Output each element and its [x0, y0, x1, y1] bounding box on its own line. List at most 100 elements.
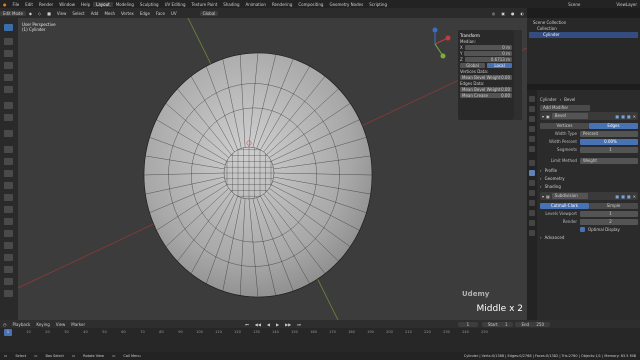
limit-method-select[interactable]: Weight	[580, 157, 638, 164]
spin-tool-icon[interactable]	[4, 218, 13, 225]
segments-field[interactable]: 1	[580, 146, 638, 153]
levels-viewport-field[interactable]: 1	[580, 210, 638, 217]
geometry-panel[interactable]: › Geometry	[540, 175, 638, 182]
extra-tool-icon[interactable]	[4, 290, 13, 297]
blender-logo-icon[interactable]: ●	[0, 2, 10, 7]
vertex-select-icon[interactable]: ◆	[26, 11, 35, 16]
shear-tool-icon[interactable]	[4, 266, 13, 273]
world-tab-icon[interactable]	[529, 146, 535, 152]
menu-edge[interactable]: Edge	[137, 11, 153, 16]
move-tool-icon[interactable]	[4, 50, 13, 57]
menu-view[interactable]: View	[54, 11, 70, 16]
y-field[interactable]: 0 m	[464, 50, 512, 56]
menu-add[interactable]: Add	[88, 11, 102, 16]
constraints-tab-icon[interactable]	[529, 200, 535, 206]
extrude-tool-icon[interactable]	[4, 146, 13, 153]
jump-start-icon[interactable]: ⏮	[242, 322, 252, 327]
profile-panel[interactable]: › Profile	[540, 167, 638, 174]
menu-playback[interactable]: Playback	[10, 322, 34, 327]
shading-panel[interactable]: › Shading	[540, 183, 638, 190]
mean-bevel-weight-edge-field[interactable]: Mean Bevel Weight 0.00	[460, 86, 512, 92]
playhead[interactable]: 1	[4, 329, 12, 336]
workspace-tab-modeling[interactable]: Modeling	[113, 2, 137, 7]
shading-material-icon[interactable]: ◐	[518, 11, 528, 16]
workspace-tab-rendering[interactable]: Rendering	[269, 2, 295, 7]
advanced-panel[interactable]: › Advanced	[540, 234, 638, 241]
subdivision-name-field[interactable]: Subdivision	[551, 193, 588, 199]
xray-icon[interactable]: ▣	[498, 11, 508, 16]
vertices-button[interactable]: Vertices	[540, 122, 589, 129]
view-layer-selector[interactable]: ViewLayer	[613, 2, 640, 7]
workspace-tab-animation[interactable]: Animation	[243, 2, 269, 7]
shading-solid-icon[interactable]: ●	[508, 11, 518, 16]
timeline-editor-icon[interactable]: ◷	[0, 322, 10, 327]
bevel-tool-icon[interactable]	[4, 170, 13, 177]
scale-tool-icon[interactable]	[4, 74, 13, 81]
sidebar-tabs[interactable]	[514, 30, 522, 120]
menu-view-timeline[interactable]: View	[53, 322, 69, 327]
mean-crease-field[interactable]: Mean Crease 0.00	[460, 92, 512, 98]
face-select-icon[interactable]: ■	[44, 11, 54, 16]
bevel-modifier-header[interactable]: ▾ ▣ Bevel ■ ■ ■ ✕	[540, 112, 638, 120]
menu-window[interactable]: Window	[56, 2, 78, 7]
jump-end-icon[interactable]: ⏭	[294, 322, 304, 327]
bevel-name-field[interactable]: Bevel	[551, 113, 588, 119]
menu-keying[interactable]: Keying	[33, 322, 52, 327]
knife-tool-icon[interactable]	[4, 194, 13, 201]
tool-tab-icon[interactable]	[529, 96, 535, 102]
shrink-fatten-tool-icon[interactable]	[4, 254, 13, 261]
cursor-tool-icon[interactable]	[4, 38, 13, 45]
start-frame-field[interactable]: Start 1	[481, 321, 514, 327]
width-type-select[interactable]: Percent	[580, 130, 638, 137]
scene-selector[interactable]: Scene	[565, 2, 583, 7]
mean-bevel-weight-vertex-field[interactable]: Mean Bevel Weight 0.00	[460, 74, 512, 80]
play-icon[interactable]: ▶	[273, 322, 282, 327]
view-layer-tab-icon[interactable]	[529, 126, 535, 132]
menu-uv[interactable]: UV	[168, 11, 180, 16]
menu-vertex[interactable]: Vertex	[118, 11, 137, 16]
menu-file[interactable]: File	[10, 2, 23, 7]
render-tab-icon[interactable]	[529, 106, 535, 112]
global-button[interactable]: Global	[460, 62, 485, 68]
orientation-selector[interactable]: Global	[199, 10, 219, 16]
object-tab-icon[interactable]	[529, 160, 535, 166]
next-key-icon[interactable]: ▶▶	[282, 322, 294, 327]
x-field[interactable]: 0 m	[464, 44, 512, 50]
workspace-tab-geometry-nodes[interactable]: Geometry Nodes	[326, 2, 366, 7]
edge-slide-tool-icon[interactable]	[4, 242, 13, 249]
navigation-gizmo[interactable]	[432, 27, 451, 59]
texture-tab-icon[interactable]	[529, 230, 535, 236]
workspace-tab-compositing[interactable]: Compositing	[295, 2, 326, 7]
measure-tool-icon[interactable]	[4, 114, 13, 121]
viewport-scene[interactable]	[18, 18, 527, 320]
data-tab-icon[interactable]	[529, 210, 535, 216]
edges-button[interactable]: Edges	[589, 122, 638, 129]
menu-marker[interactable]: Marker	[68, 322, 88, 327]
local-button[interactable]: Local	[487, 62, 512, 68]
workspace-tab-texture-paint[interactable]: Texture Paint	[188, 2, 220, 7]
render-levels-field[interactable]: 2	[580, 218, 638, 225]
physics-tab-icon[interactable]	[529, 190, 535, 196]
menu-mesh[interactable]: Mesh	[101, 11, 118, 16]
material-tab-icon[interactable]	[529, 220, 535, 226]
mode-selector[interactable]: Edit Mode	[0, 10, 26, 16]
select-tool-icon[interactable]	[4, 24, 13, 31]
z-field[interactable]: 0.6713 m	[464, 56, 512, 62]
current-frame-field[interactable]: 1	[457, 321, 478, 327]
workspace-tab-uv-editing[interactable]: UV Editing	[162, 2, 189, 7]
particles-tab-icon[interactable]	[529, 180, 535, 186]
optimal-display-checkbox[interactable]	[580, 227, 585, 232]
subdivision-modifier-header[interactable]: ▾ ▦ Subdivision ■ ■ ■ ✕	[540, 192, 638, 200]
modifier-tab-icon[interactable]	[529, 170, 535, 176]
3d-viewport[interactable]: User Perspective (1) Cylinder Middle x 2	[18, 18, 527, 320]
close-modifier-icon[interactable]: ✕	[631, 194, 636, 199]
prev-key-icon[interactable]: ◀◀	[252, 322, 264, 327]
close-modifier-icon[interactable]: ✕	[631, 114, 636, 119]
rip-region-tool-icon[interactable]	[4, 278, 13, 285]
menu-help[interactable]: Help	[78, 2, 93, 7]
overlay-icon[interactable]: ◎	[489, 11, 499, 16]
simple-button[interactable]: Simple	[589, 202, 638, 209]
menu-render[interactable]: Render	[36, 2, 56, 7]
workspace-tab-shading[interactable]: Shading	[220, 2, 242, 7]
annotate-tool-icon[interactable]	[4, 102, 13, 109]
